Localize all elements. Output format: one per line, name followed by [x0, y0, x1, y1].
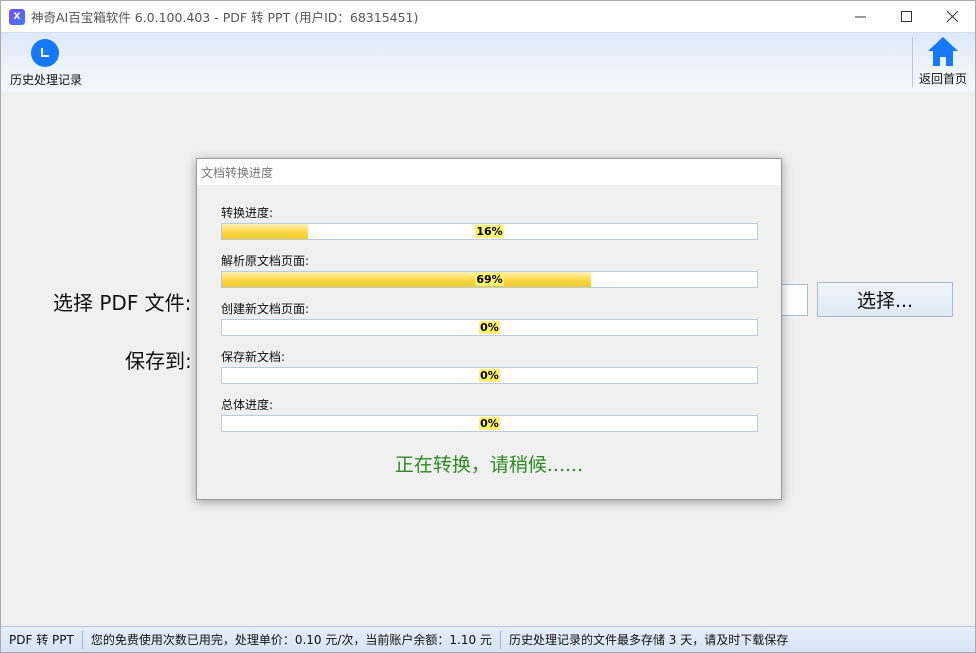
- progress-bar: 0%: [221, 367, 758, 384]
- progress-create-pages: 创建新文档页面: 0%: [221, 301, 759, 336]
- progress-save-doc: 保存新文档: 0%: [221, 349, 759, 384]
- progress-percent: 69%: [475, 273, 504, 286]
- progress-percent: 0%: [479, 369, 500, 382]
- window-title: 神奇AI百宝箱软件 6.0.100.403 - PDF 转 PPT (用户ID：…: [31, 10, 419, 25]
- home-label: 返回首页: [918, 72, 967, 86]
- progress-label: 保存新文档:: [221, 350, 286, 364]
- title-bar: X 神奇AI百宝箱软件 6.0.100.403 - PDF 转 PPT (用户I…: [1, 1, 975, 32]
- select-pdf-label: 选择 PDF 文件:: [53, 291, 192, 315]
- app-window: X 神奇AI百宝箱软件 6.0.100.403 - PDF 转 PPT (用户I…: [0, 0, 976, 653]
- home-button[interactable]: 返回首页: [917, 35, 969, 89]
- progress-label: 解析原文档页面:: [221, 254, 310, 268]
- status-usage: 您的免费使用次数已用完，处理单价：0.10 元/次，当前账户余额：1.10 元: [83, 630, 501, 649]
- maximize-button[interactable]: [883, 1, 929, 32]
- progress-label: 转换进度:: [221, 206, 274, 220]
- close-icon: [946, 11, 958, 22]
- dialog-title: 文档转换进度: [197, 159, 781, 185]
- select-file-button[interactable]: 选择...: [817, 282, 953, 317]
- progress-conversion: 转换进度: 16%: [221, 205, 759, 240]
- window-controls: [837, 1, 975, 32]
- save-to-label: 保存到:: [125, 349, 192, 373]
- progress-parse-pages: 解析原文档页面: 69%: [221, 253, 759, 288]
- progress-label: 创建新文档页面:: [221, 302, 310, 316]
- progress-percent: 16%: [475, 225, 504, 238]
- maximize-icon: [900, 11, 912, 22]
- status-mode: PDF 转 PPT: [1, 630, 83, 649]
- minimize-icon: [854, 16, 866, 18]
- clock-icon: [31, 39, 59, 67]
- conversion-progress-dialog: 文档转换进度 转换进度: 16% 解析原文档页面: 69% 创建新文档页面: 0…: [196, 158, 782, 500]
- status-bar: PDF 转 PPT 您的免费使用次数已用完，处理单价：0.10 元/次，当前账户…: [1, 626, 975, 652]
- toolbar: 历史处理记录 返回首页: [1, 32, 975, 92]
- history-label: 历史处理记录: [9, 73, 82, 87]
- home-icon: [928, 37, 958, 66]
- close-button[interactable]: [929, 1, 975, 32]
- progress-overall: 总体进度: 0%: [221, 397, 759, 432]
- status-notice: 历史处理记录的文件最多存储 3 天，请及时下载保存: [508, 632, 789, 647]
- progress-bar: 0%: [221, 415, 758, 432]
- toolbar-divider: [912, 37, 913, 87]
- app-logo-icon: X: [9, 8, 25, 25]
- conversion-status-message: 正在转换，请稍候......: [394, 454, 584, 476]
- progress-percent: 0%: [479, 417, 500, 430]
- minimize-button[interactable]: [837, 1, 883, 32]
- progress-bar: 0%: [221, 319, 758, 336]
- progress-bar: 69%: [221, 271, 758, 288]
- history-button[interactable]: 历史处理记录: [7, 39, 85, 89]
- progress-bar: 16%: [221, 223, 758, 240]
- progress-label: 总体进度:: [221, 398, 274, 412]
- progress-percent: 0%: [479, 321, 500, 334]
